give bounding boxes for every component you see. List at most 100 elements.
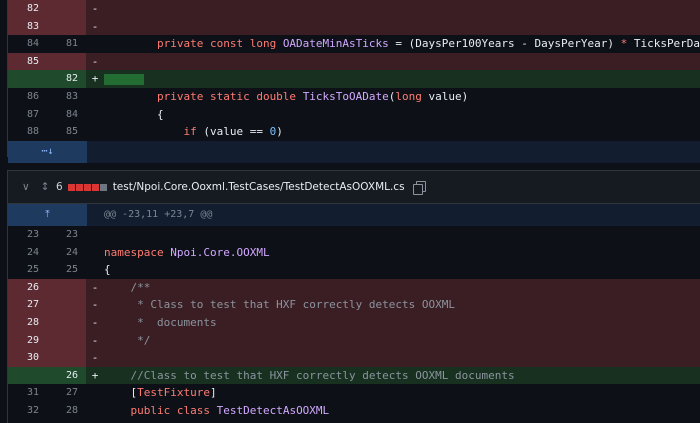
new-line-number[interactable] <box>47 296 86 314</box>
old-line-number[interactable]: 85 <box>8 52 47 71</box>
old-line-number[interactable]: 32 <box>8 401 47 420</box>
diffstat-deleted-block <box>83 183 91 191</box>
new-line-number[interactable]: 85 <box>47 123 86 141</box>
old-line-number[interactable]: 31 <box>8 384 47 402</box>
diff-marker <box>86 106 104 124</box>
diff-line-ctx: 25 25 { <box>8 261 700 279</box>
diff-line-del: 83 - <box>8 17 700 36</box>
code-line: { <box>104 106 700 124</box>
chevron-down-icon[interactable]: ∨ <box>22 181 36 193</box>
code-line: //Class to test that HXF correctly detec… <box>104 367 700 385</box>
code-line <box>104 70 700 88</box>
old-line-number[interactable]: 86 <box>8 87 47 106</box>
new-line-number[interactable] <box>47 0 86 18</box>
new-line-number[interactable]: 82 <box>47 70 86 88</box>
old-line-number[interactable]: 26 <box>8 278 47 297</box>
code-token: (value == <box>196 125 270 139</box>
new-line-number[interactable]: 27 <box>47 384 86 402</box>
code-token: Npoi.Core.OOXML <box>170 245 270 259</box>
old-line-number[interactable] <box>8 70 47 88</box>
file-path-link[interactable]: test/Npoi.Core.Ooxml.TestCases/TestDetec… <box>113 181 405 193</box>
diff-marker <box>86 35 104 53</box>
code-token: TicksToOADate <box>302 89 389 103</box>
code-token: TestDetectAsOOXML <box>216 403 330 417</box>
diffstat-deleted-block <box>75 183 83 191</box>
new-line-number[interactable]: 23 <box>47 226 86 244</box>
new-line-number[interactable] <box>47 52 86 71</box>
old-line-number[interactable]: 84 <box>8 35 47 53</box>
code-token: ] <box>209 386 217 400</box>
hunk-header-text: @@ -23,11 +23,7 @@ <box>104 209 213 220</box>
diff-marker <box>86 402 104 420</box>
old-line-number[interactable]: 87 <box>8 105 47 124</box>
new-line-number[interactable]: 24 <box>47 243 86 262</box>
diff-line-ctx: 24 24 namespace Npoi.Core.OOXML <box>8 243 700 262</box>
old-line-number[interactable]: 28 <box>8 313 47 332</box>
code-line: { <box>104 261 700 279</box>
new-line-number[interactable] <box>47 278 86 297</box>
expand-up-icon[interactable]: ⤒ <box>8 204 87 226</box>
diff-marker: - <box>91 333 99 347</box>
diff-marker: - <box>91 315 99 329</box>
code-token: = (DaysPer100Years - DaysPerYear) <box>388 37 621 51</box>
old-line-number[interactable]: 25 <box>8 261 47 279</box>
diff-line-ctx: 32 28 public class TestDetectAsOOXML <box>8 401 700 420</box>
old-line-number[interactable]: 30 <box>8 349 47 367</box>
diff-line-add: 82 + <box>8 70 700 88</box>
diff-line-ctx: 87 84 { <box>8 105 700 124</box>
diff-marker: + <box>91 72 99 86</box>
code-token: * documents <box>104 315 217 329</box>
code-token: /** <box>104 280 151 294</box>
expand-all-icon[interactable]: ↕ <box>36 181 54 193</box>
new-line-number[interactable] <box>47 17 86 36</box>
code-token: TestFixture <box>137 386 210 400</box>
code-token: if <box>104 125 197 139</box>
diffstat-deleted-block <box>67 183 75 191</box>
diff-line-ctx: 86 83 private static double TicksToOADate… <box>8 87 700 106</box>
new-line-number[interactable] <box>47 349 86 367</box>
diff-marker: + <box>91 368 99 382</box>
diff-line-del: 82 - <box>8 0 700 18</box>
expand-down-icon[interactable]: ⋯↓ <box>8 140 87 163</box>
diff-marker <box>86 384 104 402</box>
old-line-number[interactable]: 24 <box>8 243 47 262</box>
new-line-number[interactable] <box>47 313 86 332</box>
code-line: * Class to test that HXF correctly detec… <box>104 296 700 314</box>
new-line-number[interactable] <box>47 331 86 350</box>
old-line-number[interactable]: 83 <box>8 17 47 36</box>
diff-rows: 82-83-84 81 private const long OADateMinA… <box>8 0 700 141</box>
new-line-number[interactable]: 26 <box>47 366 86 385</box>
old-line-number[interactable]: 29 <box>8 331 47 350</box>
new-line-number[interactable]: 25 <box>47 261 86 279</box>
old-line-number[interactable]: 23 <box>8 226 47 244</box>
new-line-number[interactable]: 28 <box>47 401 86 420</box>
code-token: TicksPerDay; <box>633 37 700 51</box>
diff-line-ctx: 23 23 <box>8 226 700 244</box>
new-line-number[interactable]: 83 <box>47 87 86 106</box>
diff-line-del: 30 - <box>8 349 700 367</box>
expand-down-row[interactable]: ⋯↓ <box>8 140 700 163</box>
diff-line-ctx: 31 27 [TestFixture] <box>8 384 700 402</box>
changes-count: 6 <box>56 181 63 193</box>
copy-path-icon[interactable] <box>412 181 426 195</box>
code-line: */ <box>104 332 700 350</box>
code-token: public class <box>104 403 217 417</box>
code-line: * documents <box>104 314 700 332</box>
new-line-number[interactable]: 84 <box>47 105 86 124</box>
diff-marker <box>86 244 104 262</box>
diff-rows: 23 23 24 24 namespace Npoi.Core.OOXML 25 25 {26… <box>8 226 700 420</box>
diff-marker <box>86 88 104 106</box>
old-line-number[interactable]: 27 <box>8 296 47 314</box>
old-line-number[interactable] <box>8 366 47 385</box>
new-line-number[interactable]: 81 <box>47 35 86 53</box>
old-line-number[interactable]: 88 <box>8 123 47 141</box>
diff-marker <box>86 261 104 279</box>
diffstat-deleted-block <box>91 183 99 191</box>
diff-marker: - <box>91 351 99 365</box>
code-token: long <box>395 89 422 103</box>
old-line-number[interactable]: 82 <box>8 0 47 18</box>
code-line: /** <box>104 279 700 297</box>
